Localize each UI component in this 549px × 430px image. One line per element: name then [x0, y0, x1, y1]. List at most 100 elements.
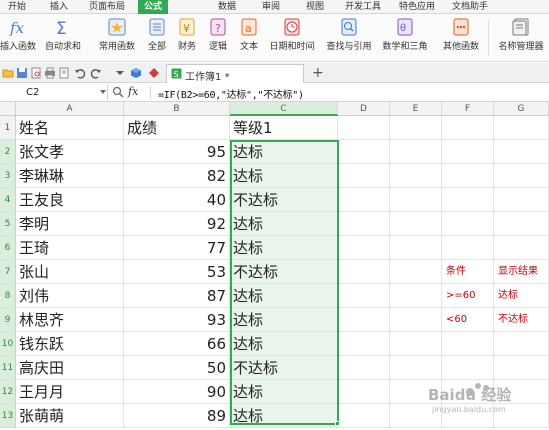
table-cell[interactable]: 不达标 — [230, 356, 338, 380]
table-cell[interactable]: 95 — [124, 140, 230, 164]
tab-special[interactable]: 特色应用 — [399, 1, 435, 14]
export-pdf-icon[interactable] — [58, 67, 70, 79]
table-cell[interactable]: 达标 — [230, 212, 338, 236]
table-cell[interactable]: >=60 — [442, 284, 494, 308]
column-header-g[interactable]: G — [494, 102, 549, 116]
table-cell[interactable]: 不达标 — [230, 260, 338, 284]
table-cell[interactable]: 66 — [124, 332, 230, 356]
table-cell[interactable]: 90 — [124, 380, 230, 404]
table-cell[interactable] — [494, 332, 549, 356]
column-header-a[interactable]: A — [16, 102, 124, 116]
table-cell[interactable] — [338, 116, 390, 140]
tab-formulas[interactable]: 公式 — [138, 0, 169, 14]
table-cell[interactable] — [338, 188, 390, 212]
table-cell[interactable] — [494, 212, 549, 236]
table-cell[interactable] — [338, 284, 390, 308]
table-cell[interactable] — [338, 356, 390, 380]
select-all-corner[interactable] — [0, 102, 16, 116]
table-cell[interactable] — [494, 236, 549, 260]
open-folder-icon[interactable] — [2, 67, 14, 79]
other-functions-button[interactable]: 其他函数 — [438, 14, 484, 62]
print-icon[interactable] — [44, 67, 56, 79]
table-cell[interactable]: 50 — [124, 356, 230, 380]
autosum-button[interactable]: Σ 自动求和 — [44, 14, 82, 62]
table-cell[interactable]: 钱东跃 — [16, 332, 124, 356]
table-cell[interactable] — [338, 404, 390, 428]
table-cell[interactable]: 达标 — [230, 404, 338, 428]
row-header[interactable]: 9 — [0, 308, 16, 332]
table-cell[interactable]: 王月月 — [16, 380, 124, 404]
table-cell[interactable]: 达标 — [230, 284, 338, 308]
table-cell[interactable] — [338, 308, 390, 332]
common-functions-button[interactable]: 常用函数 — [92, 14, 142, 62]
column-header-f[interactable]: F — [442, 102, 494, 116]
table-cell[interactable]: 达标 — [230, 308, 338, 332]
table-cell[interactable] — [390, 116, 442, 140]
table-cell[interactable] — [338, 212, 390, 236]
row-header[interactable]: 4 — [0, 188, 16, 212]
table-cell[interactable] — [442, 188, 494, 212]
row-header[interactable]: 1 — [0, 116, 16, 140]
math-functions-button[interactable]: θ 数学和三角 — [380, 14, 430, 62]
table-cell[interactable]: 40 — [124, 188, 230, 212]
tab-page-layout[interactable]: 页面布局 — [89, 1, 125, 14]
table-cell[interactable]: <60 — [442, 308, 494, 332]
fx-button[interactable]: fx — [128, 85, 138, 98]
table-cell[interactable]: 达标 — [494, 284, 549, 308]
row-header[interactable]: 6 — [0, 236, 16, 260]
table-cell[interactable]: 王琦 — [16, 236, 124, 260]
chevron-down-icon[interactable] — [114, 67, 126, 79]
table-cell[interactable]: 达标 — [230, 140, 338, 164]
name-box-dropdown-icon[interactable] — [100, 90, 106, 94]
zoom-icon[interactable] — [112, 86, 124, 98]
row-header[interactable]: 8 — [0, 284, 16, 308]
table-cell[interactable] — [442, 140, 494, 164]
cube-icon[interactable] — [130, 67, 142, 79]
table-cell[interactable]: 张文孝 — [16, 140, 124, 164]
lookup-functions-button[interactable]: 查找与引用 — [324, 14, 374, 62]
finance-functions-button[interactable]: ¥ 财务 — [172, 14, 202, 62]
datetime-functions-button[interactable]: 日期和时间 — [266, 14, 318, 62]
tab-data[interactable]: 数据 — [218, 1, 236, 14]
row-header[interactable]: 12 — [0, 380, 16, 404]
table-cell[interactable]: 达标 — [230, 236, 338, 260]
table-cell[interactable]: 刘伟 — [16, 284, 124, 308]
table-cell[interactable] — [442, 236, 494, 260]
table-cell[interactable] — [390, 140, 442, 164]
table-cell[interactable] — [338, 140, 390, 164]
table-cell[interactable]: 达标 — [230, 380, 338, 404]
table-cell[interactable] — [390, 164, 442, 188]
table-cell[interactable] — [338, 164, 390, 188]
table-cell[interactable]: 89 — [124, 404, 230, 428]
row-header[interactable]: 3 — [0, 164, 16, 188]
table-cell[interactable] — [442, 116, 494, 140]
table-cell[interactable]: 王友良 — [16, 188, 124, 212]
table-cell[interactable] — [338, 332, 390, 356]
table-cell[interactable]: 53 — [124, 260, 230, 284]
row-header[interactable]: 7 — [0, 260, 16, 284]
tab-doc-assistant[interactable]: 文档助手 — [452, 1, 488, 14]
table-cell[interactable] — [338, 380, 390, 404]
table-cell[interactable] — [442, 164, 494, 188]
table-cell[interactable] — [442, 212, 494, 236]
fill-handle[interactable] — [335, 421, 340, 426]
table-cell[interactable] — [494, 164, 549, 188]
insert-function-button[interactable]: fx 插入函数 — [0, 14, 36, 62]
redo-icon[interactable] — [90, 67, 102, 79]
table-cell[interactable] — [338, 236, 390, 260]
table-cell[interactable]: 达标 — [230, 164, 338, 188]
undo-icon[interactable] — [74, 67, 86, 79]
table-cell[interactable]: 达标 — [230, 332, 338, 356]
column-header-b[interactable]: B — [124, 102, 230, 116]
table-cell[interactable] — [390, 284, 442, 308]
table-cell[interactable]: 等级1 — [230, 116, 338, 140]
table-cell[interactable]: 高庆田 — [16, 356, 124, 380]
text-functions-button[interactable]: a 文本 — [234, 14, 264, 62]
table-cell[interactable] — [390, 212, 442, 236]
tab-view[interactable]: 视图 — [306, 1, 324, 14]
table-cell[interactable] — [338, 260, 390, 284]
document-tab[interactable]: S 工作簿1 * — [166, 64, 304, 83]
column-header-e[interactable]: E — [390, 102, 442, 116]
table-cell[interactable]: 姓名 — [16, 116, 124, 140]
table-cell[interactable] — [390, 260, 442, 284]
